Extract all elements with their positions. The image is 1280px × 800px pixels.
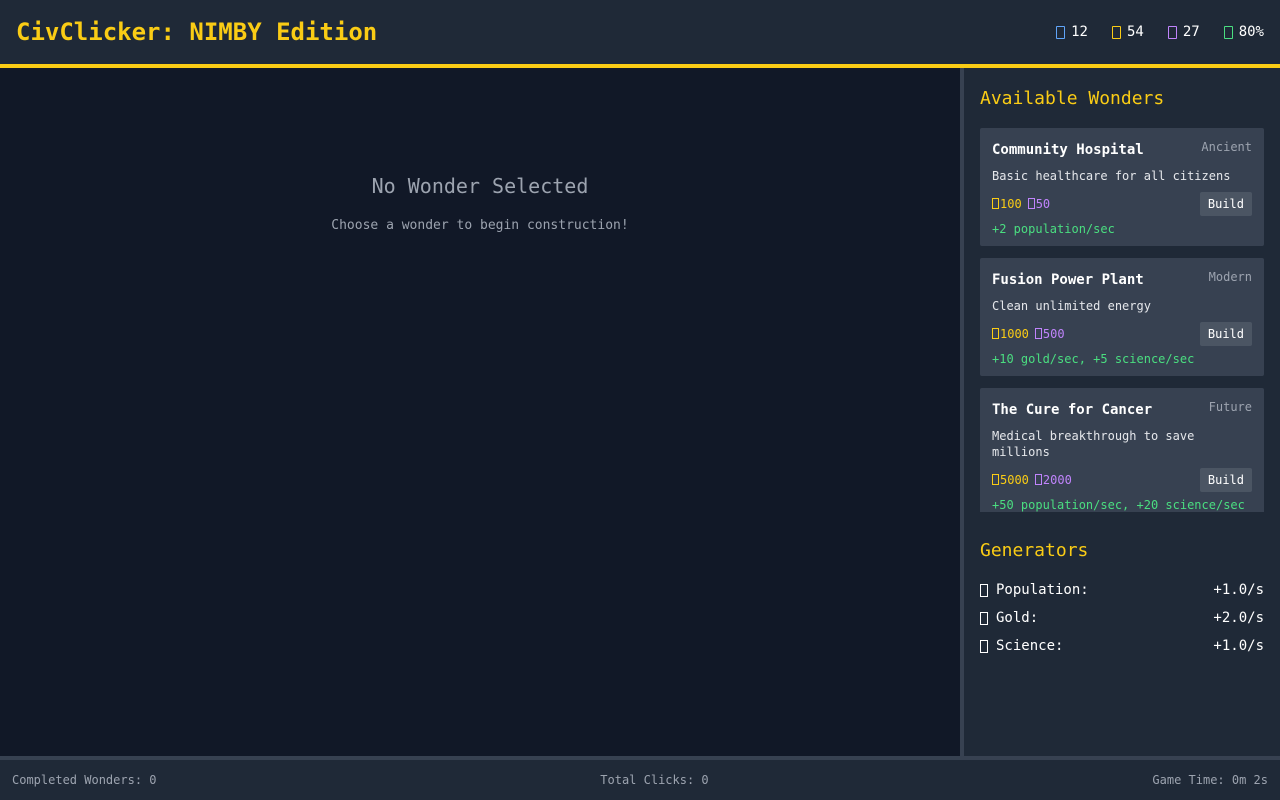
gold-cost-value: 5000	[1000, 473, 1029, 487]
generator-label: Population:	[996, 582, 1089, 598]
gold-cost: 100	[992, 197, 1022, 211]
wonder-costs: 1000 500	[992, 327, 1065, 341]
science-icon	[980, 639, 988, 653]
generator-label: Gold:	[996, 610, 1039, 626]
wonder-name: The Cure for Cancer	[992, 402, 1153, 418]
gold-cost-value: 100	[1000, 197, 1022, 211]
wonder-era: Ancient	[1201, 140, 1252, 154]
generator-rate: +1.0/s	[1213, 638, 1264, 654]
population-value: 12	[1071, 24, 1088, 40]
wonder-costs: 5000 2000	[992, 473, 1072, 487]
gold-cost: 5000	[992, 473, 1029, 487]
science-icon	[1027, 198, 1035, 209]
gold-icon	[1111, 25, 1121, 39]
wonder-construction-area: No Wonder Selected Choose a wonder to be…	[0, 68, 960, 756]
wonder-card-cure-for-cancer[interactable]: The Cure for Cancer Future Medical break…	[980, 388, 1264, 512]
wonder-era: Future	[1208, 400, 1252, 414]
science-cost: 500	[1034, 327, 1065, 341]
build-button[interactable]: Build	[1199, 192, 1252, 216]
resource-population: 12	[1056, 24, 1088, 40]
science-icon	[1167, 25, 1177, 39]
science-cost-value: 2000	[1042, 473, 1072, 487]
available-wonders-title: Available Wonders	[980, 88, 1165, 109]
resource-science: 27	[1167, 24, 1200, 40]
empty-state-subtitle: Choose a wonder to begin construction!	[331, 218, 629, 233]
status-bar: Completed Wonders: 0 Total Clicks: 0 Gam…	[0, 760, 1280, 800]
gold-icon	[992, 474, 999, 485]
wonder-description: Basic healthcare for all citizens	[992, 169, 1231, 183]
generator-row-population: Population: +1.0/s	[980, 576, 1264, 604]
gold-icon	[992, 328, 999, 339]
resource-gold: 54	[1111, 24, 1144, 40]
resource-bar: 12 54 27 80%	[1056, 24, 1264, 40]
game-title: CivClicker: NIMBY Edition	[16, 18, 378, 46]
wonder-era: Modern	[1208, 270, 1252, 284]
wonder-card-fusion-power-plant[interactable]: Fusion Power Plant Modern Clean unlimite…	[980, 258, 1264, 376]
happiness-icon	[1223, 25, 1233, 39]
wonder-costs: 100 50	[992, 197, 1050, 211]
wonder-effect: +10 gold/sec, +5 science/sec	[992, 352, 1195, 366]
completed-wonders: Completed Wonders: 0	[12, 773, 157, 787]
build-button[interactable]: Build	[1199, 468, 1252, 492]
build-button[interactable]: Build	[1199, 322, 1252, 346]
generator-rate: +2.0/s	[1213, 610, 1264, 626]
science-cost-value: 500	[1042, 327, 1065, 341]
wonder-effect: +2 population/sec	[992, 222, 1115, 236]
total-clicks: Total Clicks: 0	[600, 773, 709, 787]
wonder-card-community-hospital[interactable]: Community Hospital Ancient Basic healthc…	[980, 128, 1264, 246]
wonder-effect: +50 population/sec, +20 science/sec	[992, 498, 1245, 512]
generator-row-gold: Gold: +2.0/s	[980, 604, 1264, 632]
population-icon	[1056, 25, 1066, 39]
science-value: 27	[1182, 24, 1200, 40]
science-cost-value: 50	[1035, 197, 1051, 211]
gold-icon	[992, 198, 999, 209]
gold-cost-value: 1000	[1000, 327, 1029, 341]
science-cost: 50	[1027, 197, 1051, 211]
resource-happiness: 80%	[1223, 24, 1264, 40]
gold-value: 54	[1126, 24, 1144, 40]
wonder-name: Community Hospital	[992, 142, 1144, 158]
wonder-list[interactable]: Community Hospital Ancient Basic healthc…	[980, 128, 1264, 512]
science-icon	[1034, 328, 1042, 339]
generator-label: Science:	[996, 638, 1064, 654]
gold-cost: 1000	[992, 327, 1029, 341]
generators-title: Generators	[980, 540, 1089, 561]
sidebar: Available Wonders Community Hospital Anc…	[964, 68, 1280, 756]
science-cost: 2000	[1034, 473, 1072, 487]
empty-state-title: No Wonder Selected	[371, 174, 589, 198]
generator-row-science: Science: +1.0/s	[980, 632, 1264, 660]
generator-list: Population: +1.0/s Gold: +2.0/s Science:…	[980, 576, 1264, 660]
population-icon	[980, 583, 988, 597]
top-bar: CivClicker: NIMBY Edition 12 54 27 80%	[0, 0, 1280, 64]
science-icon	[1034, 474, 1042, 485]
happiness-value: 80%	[1238, 24, 1264, 40]
game-time: Game Time: 0m 2s	[1152, 773, 1268, 787]
wonder-description: Medical breakthrough to save millions	[992, 429, 1195, 459]
generator-rate: +1.0/s	[1213, 582, 1264, 598]
gold-icon	[980, 611, 988, 625]
wonder-description: Clean unlimited energy	[992, 299, 1151, 313]
wonder-name: Fusion Power Plant	[992, 272, 1144, 288]
